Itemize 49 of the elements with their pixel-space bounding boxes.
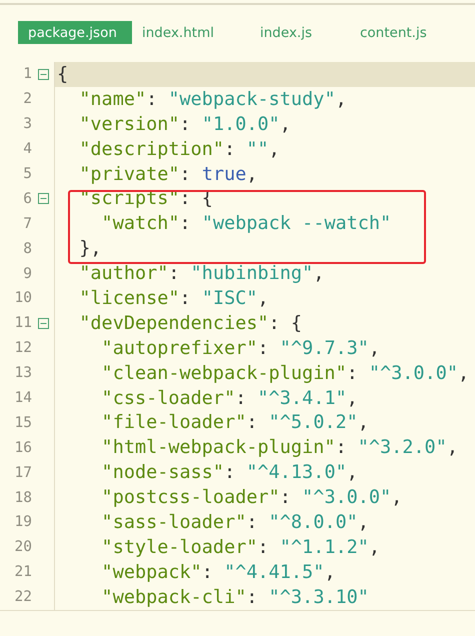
code-line: "sass-loader": "^8.0.0", [100,510,370,535]
line-number: 3 [22,116,32,132]
line-number: 12 [14,340,32,356]
code-line: "postcss-loader": "^3.0.0", [100,486,404,510]
line-number: 10 [14,290,32,306]
line-number: 21 [14,564,32,580]
code-line: "description": "", [78,138,281,162]
code-line: "css-loader": "^3.4.1", [100,386,359,410]
code-line: "file-loader": "^5.0.2", [100,411,370,436]
code-line: "autoprefixer": "^9.7.3", [100,336,382,361]
code-line: "node-sass": "^4.13.0", [100,461,359,486]
code-line: "clean-webpack-plugin": "^3.0.0", [100,362,470,386]
line-number: 9 [22,266,32,282]
code-line: "devDependencies": { [78,312,304,336]
code-line: "author": "hubinbing", [78,262,326,286]
line-number: 6 [22,190,32,207]
code-line: "webpack-cli": "^3.3.10" [100,586,370,610]
line-number: 15 [14,414,32,431]
code-line: "version": "1.0.0", [78,112,292,137]
line-number: 20 [14,539,32,556]
code-line: "style-loader": "^1.1.2", [100,536,382,560]
line-number: 18 [14,490,32,506]
line-number: 19 [14,514,32,530]
line-number: 4 [22,141,32,158]
line-number: 14 [14,390,32,406]
line-number: 2 [22,91,32,108]
line-number: 1 [22,66,32,82]
line-number: 22 [14,589,32,606]
line-number: 5 [22,166,32,182]
line-number: 11 [14,315,32,332]
line-number: 13 [14,365,32,382]
file-tab[interactable]: content.js [350,21,470,44]
code-line: "license": "ISC", [78,286,270,311]
line-number: 17 [14,464,32,481]
collapse-icon[interactable] [38,318,48,329]
file-tab[interactable]: package.json [18,21,132,44]
code-line: "private": true, [78,162,259,186]
code-line: "name": "webpack-study", [78,88,348,112]
line-number: 8 [22,240,32,257]
code-line: "watch": "webpack --watch" [100,212,392,236]
code-line: }, [78,237,103,262]
file-tab[interactable]: index.html [132,21,250,44]
code-line: "webpack": "^4.41.5", [100,560,336,585]
code-line: "html-webpack-plugin": "^3.2.0", [100,436,459,460]
line-number: 7 [22,216,32,232]
file-tab[interactable]: index.js [250,21,350,44]
collapse-icon[interactable] [38,68,48,80]
line-number: 16 [14,440,32,456]
collapse-icon[interactable] [38,193,48,204]
